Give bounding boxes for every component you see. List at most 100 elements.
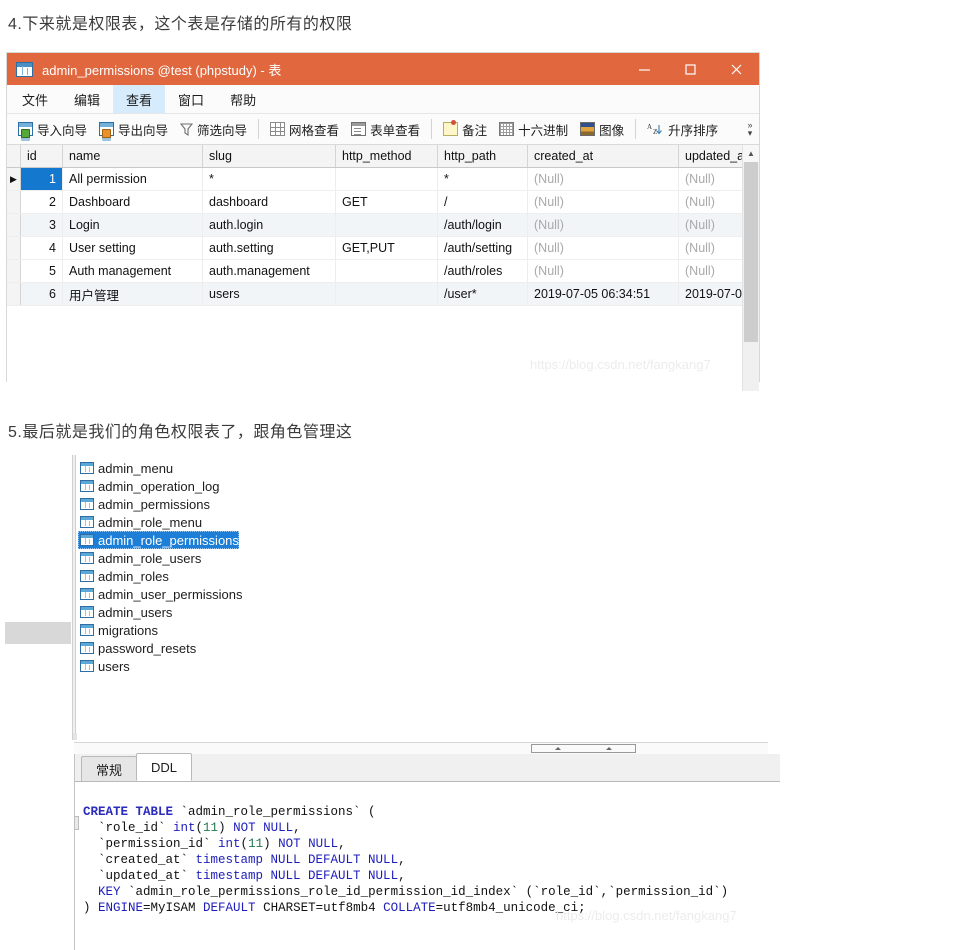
column-header-http-path[interactable]: http_path xyxy=(438,145,528,167)
list-item[interactable]: admin_roles xyxy=(78,567,169,585)
cell-name[interactable]: All permission xyxy=(63,168,203,190)
cell-slug[interactable]: dashboard xyxy=(203,191,336,213)
list-item[interactable]: admin_users xyxy=(78,603,172,621)
cell-http-method[interactable] xyxy=(336,214,438,236)
ddl-line: ) ENGINE=MyISAM DEFAULT CHARSET=utf8mb4 … xyxy=(83,901,586,915)
cell-name[interactable]: Login xyxy=(63,214,203,236)
memo-button[interactable]: 备注 xyxy=(437,117,493,141)
list-item[interactable]: migrations xyxy=(78,621,158,639)
table-row[interactable]: 4 User setting auth.setting GET,PUT /aut… xyxy=(7,237,759,260)
table-icon xyxy=(80,552,94,564)
minimize-icon[interactable] xyxy=(621,53,667,85)
list-item[interactable]: password_resets xyxy=(78,639,196,657)
list-item[interactable]: admin_role_users xyxy=(78,549,201,567)
close-icon[interactable] xyxy=(713,53,759,85)
menu-item-view[interactable]: 查看 xyxy=(113,85,166,113)
splitter-grip[interactable] xyxy=(73,733,77,740)
column-header-created-at[interactable]: created_at xyxy=(528,145,679,167)
form-view-button[interactable]: 表单查看 xyxy=(345,117,426,141)
column-header-http-method[interactable]: http_method xyxy=(336,145,438,167)
list-item[interactable]: users xyxy=(78,657,130,675)
tab-general[interactable]: 常规 xyxy=(81,756,138,781)
grid-view-button[interactable]: 网格查看 xyxy=(264,117,345,141)
cell-created-at[interactable]: (Null) xyxy=(528,191,679,213)
list-item-selected[interactable]: admin_role_permissions xyxy=(78,531,239,549)
table-row[interactable]: 6 用户管理 users /user* 2019-07-05 06:34:51 … xyxy=(7,283,759,306)
cell-created-at[interactable]: 2019-07-05 06:34:51 xyxy=(528,283,679,305)
table-tree-list: admin_menu admin_operation_log admin_per… xyxy=(78,459,768,675)
cell-slug[interactable]: auth.login xyxy=(203,214,336,236)
menu-item-window[interactable]: 窗口 xyxy=(165,85,217,113)
cell-name[interactable]: Dashboard xyxy=(63,191,203,213)
list-item[interactable]: admin_permissions xyxy=(78,495,210,513)
list-item[interactable]: admin_user_permissions xyxy=(78,585,243,603)
cell-created-at[interactable]: (Null) xyxy=(528,214,679,236)
cell-slug[interactable]: auth.management xyxy=(203,260,336,282)
cell-id[interactable]: 3 xyxy=(21,214,63,236)
cell-slug[interactable]: auth.setting xyxy=(203,237,336,259)
cell-id[interactable]: 4 xyxy=(21,237,63,259)
maximize-icon[interactable] xyxy=(667,53,713,85)
chevron-down-icon: ▾ xyxy=(747,128,753,138)
menu-item-edit[interactable]: 编辑 xyxy=(61,85,113,113)
cell-http-path[interactable]: /auth/login xyxy=(438,214,528,236)
ddl-sql-text[interactable]: CREATE TABLE `admin_role_permissions` ( … xyxy=(75,782,780,932)
list-item-label: admin_roles xyxy=(98,568,169,584)
menu-item-file[interactable]: 文件 xyxy=(9,85,61,113)
cell-http-method[interactable]: GET,PUT xyxy=(336,237,438,259)
cell-http-path[interactable]: * xyxy=(438,168,528,190)
cell-name[interactable]: User setting xyxy=(63,237,203,259)
data-grid-vertical-scrollbar[interactable]: ▲ xyxy=(742,145,759,391)
cell-created-at[interactable]: (Null) xyxy=(528,260,679,282)
table-row[interactable]: 2 Dashboard dashboard GET / (Null) (Null… xyxy=(7,191,759,214)
cell-id[interactable]: 2 xyxy=(21,191,63,213)
cell-http-path[interactable]: / xyxy=(438,191,528,213)
toolbar-overflow-button[interactable]: » ▾ xyxy=(743,114,757,144)
window-title: admin_permissions @test (phpstudy) - 表 xyxy=(42,62,282,78)
cell-http-path[interactable]: /auth/roles xyxy=(438,260,528,282)
export-wizard-button[interactable]: 导出向导 xyxy=(93,117,174,141)
hex-button[interactable]: 十六进制 xyxy=(493,117,574,141)
column-header-slug[interactable]: slug xyxy=(203,145,336,167)
image-button[interactable]: 图像 xyxy=(574,117,630,141)
panel-collapse-grip[interactable] xyxy=(74,816,79,830)
cell-http-method[interactable] xyxy=(336,283,438,305)
cell-http-method[interactable] xyxy=(336,260,438,282)
cell-created-at[interactable]: (Null) xyxy=(528,168,679,190)
cell-id[interactable]: 1 xyxy=(21,168,63,190)
table-row[interactable]: 5 Auth management auth.management /auth/… xyxy=(7,260,759,283)
list-item[interactable]: admin_menu xyxy=(78,459,173,477)
memo-label: 备注 xyxy=(462,123,488,138)
scrollbar-thumb[interactable] xyxy=(744,162,758,342)
filter-wizard-button[interactable]: 筛选向导 xyxy=(174,117,253,141)
list-item[interactable]: admin_role_menu xyxy=(78,513,202,531)
cell-name[interactable]: Auth management xyxy=(63,260,203,282)
tab-ddl[interactable]: DDL xyxy=(136,753,193,781)
cell-created-at[interactable]: (Null) xyxy=(528,237,679,259)
cell-http-method[interactable]: GET xyxy=(336,191,438,213)
table-row[interactable]: 3 Login auth.login /auth/login (Null) (N… xyxy=(7,214,759,237)
cell-id[interactable]: 6 xyxy=(21,283,63,305)
scroll-up-icon[interactable]: ▲ xyxy=(743,145,759,162)
import-wizard-button[interactable]: 导入向导 xyxy=(12,117,93,141)
cell-http-path[interactable]: /auth/setting xyxy=(438,237,528,259)
ddl-panel: 常规 DDL CREATE TABLE `admin_role_permissi… xyxy=(74,753,780,950)
column-header-id[interactable]: id xyxy=(21,145,63,167)
form-view-label: 表单查看 xyxy=(370,123,421,138)
list-item[interactable]: admin_operation_log xyxy=(78,477,219,495)
tree-splitter[interactable] xyxy=(72,455,77,740)
table-row[interactable]: ▶ 1 All permission * * (Null) (Null) xyxy=(7,168,759,191)
column-header-name[interactable]: name xyxy=(63,145,203,167)
form-view-icon xyxy=(351,122,367,136)
cell-id[interactable]: 5 xyxy=(21,260,63,282)
cell-slug[interactable]: users xyxy=(203,283,336,305)
cell-name[interactable]: 用户管理 xyxy=(63,283,203,305)
ddl-line: `role_id` int(11) NOT NULL, xyxy=(83,821,301,835)
cell-slug[interactable]: * xyxy=(203,168,336,190)
cell-http-path[interactable]: /user* xyxy=(438,283,528,305)
cell-http-method[interactable] xyxy=(336,168,438,190)
splitter-handle[interactable] xyxy=(531,744,636,753)
sort-ascending-button[interactable]: A Z 升序排序 xyxy=(641,117,724,141)
row-marker xyxy=(7,237,21,259)
menu-item-help[interactable]: 帮助 xyxy=(217,85,269,113)
